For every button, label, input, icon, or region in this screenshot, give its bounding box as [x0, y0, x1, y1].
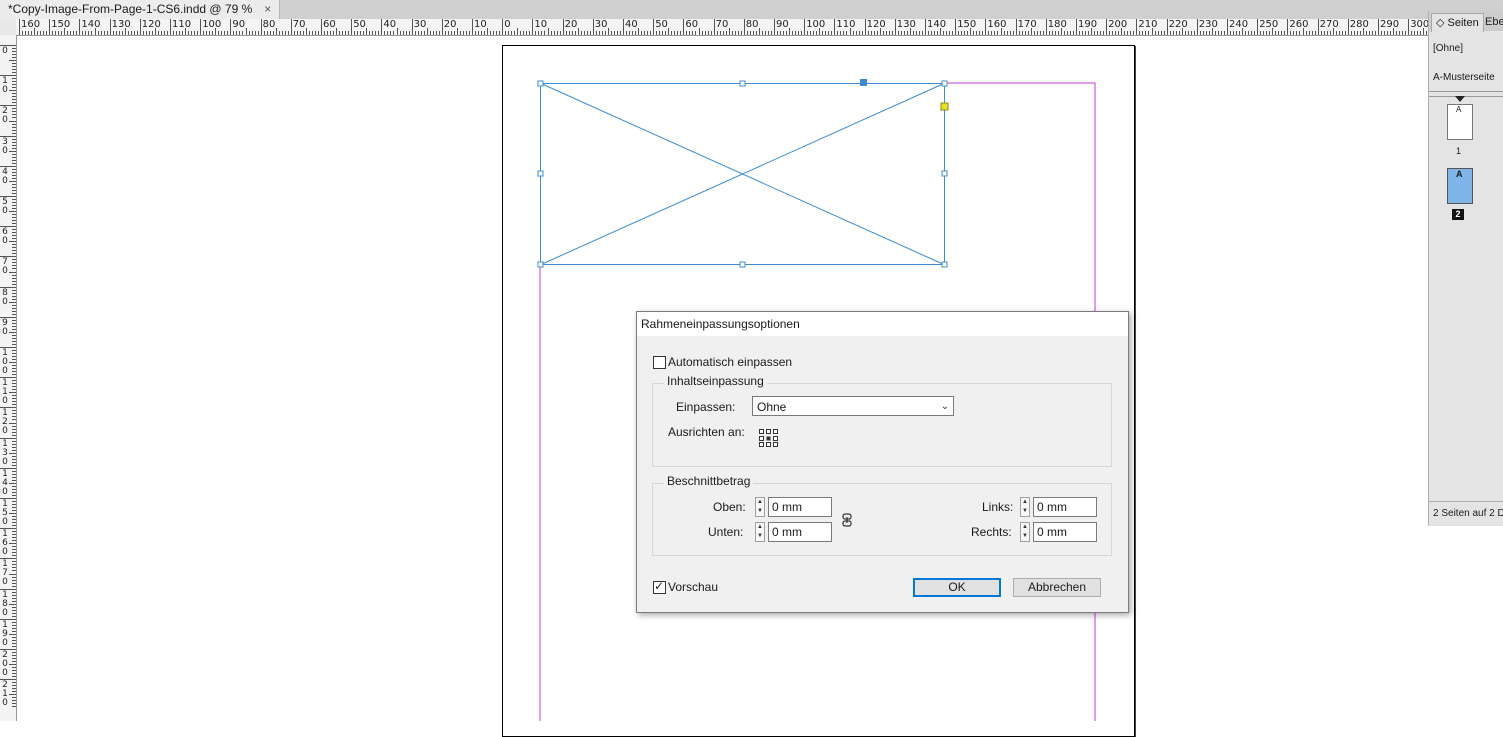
frame-handle[interactable]	[941, 261, 948, 268]
tab-layers[interactable]: Eben	[1481, 13, 1503, 31]
master-none[interactable]: [Ohne]	[1433, 43, 1463, 54]
tab-pages[interactable]: ◇ Seiten	[1431, 13, 1484, 32]
page-thumbnail-1[interactable]: A	[1447, 104, 1473, 140]
crop-bottom-input[interactable]: 0 mm	[768, 522, 832, 542]
image-frame[interactable]	[539, 82, 946, 266]
spread-indicator-icon	[1455, 96, 1465, 102]
frame-handle[interactable]	[537, 261, 544, 268]
fit-select-value: Ohne	[757, 400, 787, 414]
page-thumbnail-master-label: A	[1456, 169, 1463, 179]
crop-top-stepper[interactable]: ▲ ▼	[755, 497, 765, 517]
fit-label: Einpassen:	[676, 400, 736, 414]
link-values-icon[interactable]	[840, 513, 854, 527]
content-grabber-handle[interactable]	[860, 79, 867, 86]
frame-handle[interactable]	[537, 170, 544, 177]
frame-handle[interactable]	[739, 80, 746, 87]
crop-right-label: Rechts:	[971, 525, 1012, 539]
frame-handle[interactable]	[941, 170, 948, 177]
align-label: Ausrichten an:	[668, 425, 745, 439]
frame-handle[interactable]	[537, 80, 544, 87]
panel-tab-bar: ◇ Seiten Eben	[1429, 11, 1503, 32]
page-thumbnail-2[interactable]: A	[1447, 168, 1473, 204]
reference-point-icon[interactable]	[758, 428, 779, 448]
frame-handle[interactable]	[739, 261, 746, 268]
crop-amount-group	[652, 483, 1112, 556]
page-thumbnail-master-label: A	[1456, 105, 1462, 114]
crop-left-stepper[interactable]: ▲ ▼	[1020, 497, 1030, 517]
crop-top-label: Oben:	[713, 500, 746, 514]
fit-select[interactable]: Ohne ⌄	[752, 396, 954, 416]
crop-amount-group-label: Beschnittbetrag	[664, 474, 754, 488]
crop-right-input[interactable]: 0 mm	[1033, 522, 1097, 542]
preview-checkbox[interactable]	[653, 579, 666, 594]
content-fitting-group-label: Inhaltseinpassung	[664, 374, 767, 388]
auto-fit-label[interactable]: Automatisch einpassen	[668, 355, 792, 369]
crop-bottom-stepper[interactable]: ▲ ▼	[755, 522, 765, 542]
auto-fit-checkbox[interactable]	[653, 356, 666, 369]
pages-status-text: 2 Seiten auf 2 Dr	[1433, 508, 1503, 519]
crop-bottom-label: Unten:	[708, 525, 744, 539]
page-number-1: 1	[1456, 146, 1462, 156]
ok-button[interactable]: OK	[913, 578, 1001, 597]
chevron-down-icon: ⌄	[940, 401, 949, 412]
crop-left-input[interactable]: 0 mm	[1033, 497, 1097, 517]
panel-footer: 2 Seiten auf 2 Dr	[1429, 501, 1503, 526]
preview-label[interactable]: Vorschau	[668, 580, 718, 594]
panel-divider[interactable]	[1429, 91, 1503, 97]
master-a[interactable]: A-Musterseite	[1433, 72, 1495, 83]
frame-handle[interactable]	[941, 80, 948, 87]
crop-left-label: Links:	[982, 500, 1014, 514]
crop-right-stepper[interactable]: ▲ ▼	[1020, 522, 1030, 542]
corner-options-handle[interactable]	[940, 102, 949, 111]
page-number-2: 2	[1452, 209, 1464, 220]
crop-top-input[interactable]: 0 mm	[768, 497, 832, 517]
cancel-button[interactable]: Abbrechen	[1013, 578, 1101, 597]
dialog-title[interactable]: Rahmeneinpassungsoptionen	[637, 312, 1128, 336]
frame-fitting-options-dialog: Rahmeneinpassungsoptionen Automatisch ei…	[636, 311, 1129, 613]
pages-panel: ◇ Seiten Eben [Ohne] A-Musterseite A 1 A…	[1428, 11, 1503, 526]
